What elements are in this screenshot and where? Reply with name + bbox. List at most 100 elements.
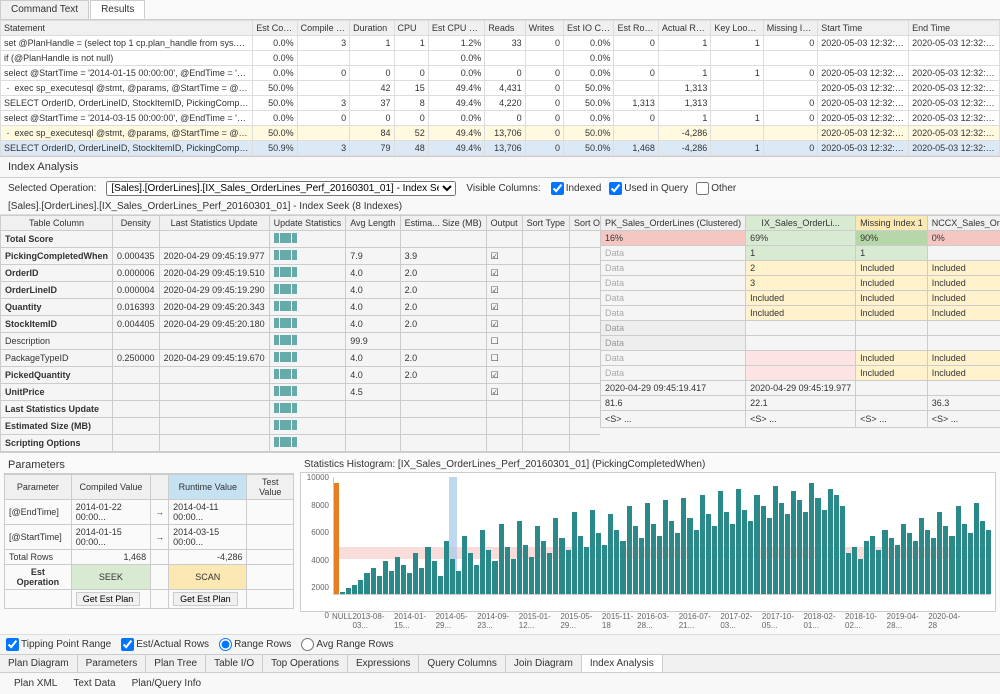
bar-chart-icon[interactable] bbox=[274, 386, 298, 396]
footer-tab[interactable]: Plan/Query Info bbox=[126, 676, 207, 691]
col-header[interactable]: Last Statistics Update bbox=[159, 216, 269, 231]
index-right-grid[interactable]: PK_Sales_OrderLines (Clustered)IX_Sales_… bbox=[600, 215, 1000, 428]
statement-row[interactable]: SELECT OrderID, OrderLineID, StockItemID… bbox=[1, 96, 1000, 111]
param-col[interactable]: Compiled Value bbox=[71, 475, 150, 500]
index-row[interactable]: Total Score bbox=[1, 231, 601, 248]
tab-command-text[interactable]: Command Text bbox=[0, 0, 89, 19]
index-score-row[interactable]: Data112 bbox=[601, 246, 1000, 261]
bar-chart-icon[interactable] bbox=[274, 301, 298, 311]
bar-chart-icon[interactable] bbox=[274, 318, 298, 328]
bottom-tab[interactable]: Plan Tree bbox=[146, 655, 206, 672]
col-header[interactable]: Update Statistics bbox=[269, 216, 346, 231]
col-header[interactable]: Statement bbox=[1, 21, 253, 36]
bar-chart-icon[interactable] bbox=[274, 267, 298, 277]
col-header[interactable]: Estima... Size (MB) bbox=[400, 216, 486, 231]
index-col-header[interactable]: NCCX_Sales_OrderLines (Columnstore) bbox=[927, 216, 1000, 231]
index-score-row[interactable]: <S> ...<S> ...<S> ...<S> ...<S> ...<S> .… bbox=[601, 411, 1000, 428]
bar-chart-icon[interactable] bbox=[274, 284, 298, 294]
bottom-tab[interactable]: Top Operations bbox=[263, 655, 348, 672]
cb-other[interactable]: Other bbox=[696, 182, 736, 195]
col-header[interactable]: Actual Rows bbox=[658, 21, 710, 36]
index-score-row[interactable]: DataIncludedIncludedIncludedIncluded bbox=[601, 351, 1000, 366]
statement-row[interactable]: set @PlanHandle = (select top 1 cp.plan_… bbox=[1, 36, 1000, 51]
bar-chart-icon[interactable] bbox=[274, 437, 298, 447]
parameters-grid[interactable]: ParameterCompiled ValueRuntime ValueTest… bbox=[4, 474, 294, 609]
statement-grid[interactable]: StatementEst Cost %Compile TimeDurationC… bbox=[0, 20, 1000, 156]
param-row[interactable]: [@EndTime]2014-01-22 00:00...→2014-04-11… bbox=[5, 500, 294, 525]
index-row[interactable]: PickingCompletedWhen0.0004352020-04-29 0… bbox=[1, 248, 601, 265]
index-col-header[interactable]: IX_Sales_OrderLi... bbox=[746, 216, 856, 231]
index-row[interactable]: OrderID0.0000062020-04-29 09:45:19.5104.… bbox=[1, 265, 601, 282]
col-header[interactable]: Sort Type bbox=[522, 216, 569, 231]
index-left-grid[interactable]: Table ColumnDensityLast Statistics Updat… bbox=[0, 215, 600, 452]
get-est-plan-button[interactable]: Get Est Plan bbox=[76, 592, 141, 606]
col-header[interactable]: Duration bbox=[350, 21, 394, 36]
footer-tab[interactable]: Text Data bbox=[67, 676, 121, 691]
col-header[interactable]: Start Time bbox=[818, 21, 909, 36]
col-header[interactable]: Table Column bbox=[1, 216, 113, 231]
col-header[interactable]: Est Rows bbox=[614, 21, 658, 36]
bar-chart-icon[interactable] bbox=[274, 352, 298, 362]
index-row[interactable]: Quantity0.0163932020-04-29 09:45:20.3434… bbox=[1, 299, 601, 316]
index-row[interactable]: PickedQuantity4.02.0☑ bbox=[1, 367, 601, 384]
statement-row[interactable]: select @StartTime = '2014-01-15 00:00:00… bbox=[1, 66, 1000, 81]
index-row[interactable]: UnitPrice4.5☑ bbox=[1, 384, 601, 401]
bar-chart-icon[interactable] bbox=[274, 250, 298, 260]
col-header[interactable]: Est IO Cost % bbox=[564, 21, 614, 36]
index-score-row[interactable]: DataIncludedIncludedIncluded11 bbox=[601, 306, 1000, 321]
bottom-tab[interactable]: Expressions bbox=[348, 655, 419, 672]
index-score-row[interactable]: 2020-04-29 09:45:19.4172020-04-29 09:45:… bbox=[601, 381, 1000, 396]
col-header[interactable]: Reads bbox=[485, 21, 525, 36]
param-col[interactable]: Test Value bbox=[247, 475, 294, 500]
col-header[interactable]: Key Lookups bbox=[711, 21, 763, 36]
index-score-row[interactable]: 81.622.136.320.811.8 bbox=[601, 396, 1000, 411]
bottom-tab[interactable]: Parameters bbox=[78, 655, 147, 672]
selected-operation-dropdown[interactable]: [Sales].[OrderLines].[IX_Sales_OrderLine… bbox=[106, 181, 456, 196]
index-row[interactable]: Description99.9☐ bbox=[1, 333, 601, 350]
col-header[interactable]: Missing Ind... bbox=[763, 21, 817, 36]
statement-row[interactable]: SELECT OrderID, OrderLineID, StockItemID… bbox=[1, 141, 1000, 156]
index-col-header[interactable]: Missing Index 1 bbox=[856, 216, 928, 231]
bottom-tab[interactable]: Index Analysis bbox=[582, 655, 663, 672]
statement-row[interactable]: - exec sp_executesql @stmt, @params, @St… bbox=[1, 81, 1000, 96]
bar-chart-icon[interactable] bbox=[274, 335, 298, 345]
bottom-tab[interactable]: Join Diagram bbox=[506, 655, 582, 672]
index-score-row[interactable]: Data2IncludedIncludedIncluded bbox=[601, 261, 1000, 276]
index-row[interactable]: Estimated Size (MB) bbox=[1, 418, 601, 435]
index-row[interactable]: StockItemID0.0044052020-04-29 09:45:20.1… bbox=[1, 316, 601, 333]
get-est-plan-button[interactable]: Get Est Plan bbox=[173, 592, 238, 606]
col-header[interactable]: Density bbox=[113, 216, 160, 231]
cb-used-in-query[interactable]: Used in Query bbox=[609, 182, 688, 195]
index-row[interactable]: OrderLineID0.0000042020-04-29 09:45:19.2… bbox=[1, 282, 601, 299]
col-header[interactable]: Est Cost % bbox=[253, 21, 297, 36]
statement-row[interactable]: select @StartTime = '2014-03-15 00:00:00… bbox=[1, 111, 1000, 126]
col-header[interactable]: Sort Order bbox=[569, 216, 600, 231]
cb-est-actual-rows[interactable]: Est/Actual Rows bbox=[121, 638, 209, 651]
index-score-row[interactable]: 16%69%90%0%59%37% bbox=[601, 231, 1000, 246]
param-row[interactable]: [@StartTime]2014-01-15 00:00...→2014-03-… bbox=[5, 525, 294, 550]
index-score-row[interactable]: Data3IncludedIncludedIncludedIncluded bbox=[601, 276, 1000, 291]
col-header[interactable]: CPU bbox=[394, 21, 428, 36]
index-score-row[interactable]: Data bbox=[601, 336, 1000, 351]
histogram-chart[interactable]: 1000080006000400020000 bbox=[300, 472, 996, 612]
bar-chart-icon[interactable] bbox=[274, 233, 298, 243]
bar-chart-icon[interactable] bbox=[274, 403, 298, 413]
param-col[interactable]: Parameter bbox=[5, 475, 72, 500]
footer-tab[interactable]: Plan XML bbox=[8, 676, 63, 691]
index-row[interactable]: Last Statistics Update bbox=[1, 401, 601, 418]
index-score-row[interactable]: DataIncludedIncluded bbox=[601, 366, 1000, 381]
bottom-tab[interactable]: Table I/O bbox=[206, 655, 263, 672]
rb-avg-range-rows[interactable]: Avg Range Rows bbox=[301, 638, 393, 651]
col-header[interactable]: Compile Time bbox=[297, 21, 349, 36]
statement-row[interactable]: if (@PlanHandle is not null)0.0%0.0%0.0% bbox=[1, 51, 1000, 66]
tab-results[interactable]: Results bbox=[90, 0, 145, 19]
col-header[interactable]: End Time bbox=[909, 21, 1000, 36]
rb-range-rows[interactable]: Range Rows bbox=[219, 638, 291, 651]
bottom-tab[interactable]: Query Columns bbox=[419, 655, 505, 672]
index-row[interactable]: Scripting Options bbox=[1, 435, 601, 452]
index-score-row[interactable]: DataIncluded bbox=[601, 321, 1000, 336]
bar-chart-icon[interactable] bbox=[274, 420, 298, 430]
col-header[interactable]: Output bbox=[486, 216, 522, 231]
param-col[interactable] bbox=[151, 475, 169, 500]
index-col-header[interactable]: PK_Sales_OrderLines (Clustered) bbox=[601, 216, 746, 231]
